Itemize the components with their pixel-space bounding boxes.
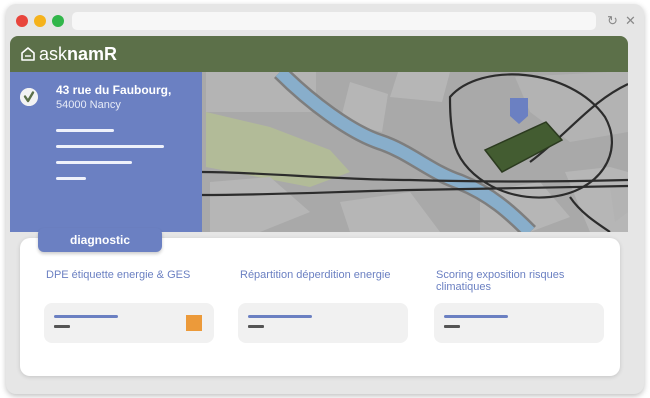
summary-value-bar bbox=[248, 315, 312, 318]
address-line2: 54000 Nancy bbox=[56, 99, 121, 111]
map-area[interactable]: 43 rue du Faubourg, 54000 Nancy bbox=[10, 72, 628, 232]
summary-value-bar bbox=[54, 315, 118, 318]
info-placeholder-line bbox=[56, 161, 132, 164]
check-icon bbox=[20, 88, 38, 106]
scoring-summary[interactable] bbox=[434, 303, 604, 343]
brand-name-bold: namR bbox=[67, 44, 118, 64]
window-minimize-dot[interactable] bbox=[34, 15, 46, 27]
address-panel: 43 rue du Faubourg, 54000 Nancy bbox=[10, 72, 202, 232]
window-close-dot[interactable] bbox=[16, 15, 28, 27]
summary-sub-bar bbox=[248, 325, 264, 328]
dpe-label-badge bbox=[186, 315, 202, 331]
address-bar[interactable] bbox=[72, 12, 596, 30]
summary-sub-bar bbox=[54, 325, 70, 328]
reload-icon[interactable]: ↻ bbox=[607, 12, 618, 30]
address-line1: 43 rue du Faubourg, bbox=[56, 83, 172, 97]
info-placeholder-line bbox=[56, 145, 164, 148]
app-header: ask namR bbox=[10, 36, 628, 72]
tab-diagnostic[interactable]: diagnostic bbox=[38, 228, 162, 252]
browser-titlebar: ↻ ✕ bbox=[6, 4, 644, 38]
dpe-summary[interactable] bbox=[44, 303, 214, 343]
summary-sub-bar bbox=[444, 325, 460, 328]
info-placeholder-line bbox=[56, 129, 114, 132]
brand-name-light: ask bbox=[39, 44, 68, 64]
section-title-dpe: DPE étiquette energie & GES bbox=[46, 269, 191, 281]
summary-value-bar bbox=[444, 315, 508, 318]
close-icon[interactable]: ✕ bbox=[625, 12, 636, 30]
section-title-scoring: Scoring exposition risques climatiques bbox=[436, 269, 565, 293]
brand-logo[interactable]: ask namR bbox=[20, 43, 117, 65]
section-title-deperdition: Répartition déperdition energie bbox=[240, 269, 391, 281]
house-icon bbox=[21, 47, 35, 61]
deperdition-summary[interactable] bbox=[238, 303, 408, 343]
info-placeholder-line bbox=[56, 177, 86, 180]
window-maximize-dot[interactable] bbox=[52, 15, 64, 27]
